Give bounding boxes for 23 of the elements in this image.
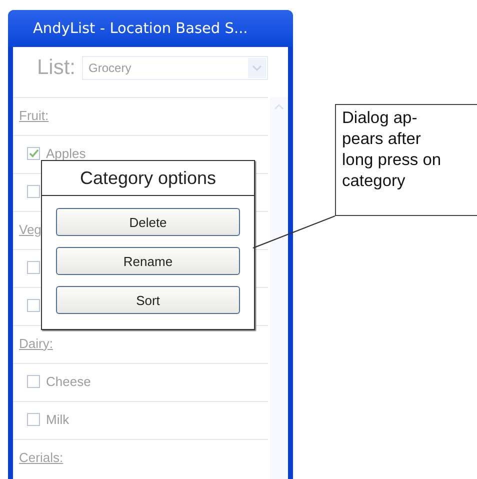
chevron-down-icon	[248, 58, 266, 78]
category-label[interactable]: Veg	[19, 222, 42, 236]
dialog-button[interactable]: Rename	[56, 247, 240, 275]
list-dropdown[interactable]: Grocery	[82, 56, 268, 80]
category-label[interactable]: Fruit:	[19, 108, 49, 122]
checkbox[interactable]	[27, 374, 40, 388]
item-label: Cheese	[46, 374, 91, 388]
annotation-note: Dialog ap- pears after long press on category	[335, 104, 477, 216]
checkbox[interactable]	[27, 184, 40, 198]
list-label: List:	[37, 56, 76, 80]
scrollbar[interactable]	[270, 97, 288, 479]
checkbox[interactable]	[27, 298, 40, 312]
category-label[interactable]: Cerials:	[19, 450, 64, 464]
dialog-button[interactable]: Delete	[56, 208, 240, 236]
item-label: Apples	[46, 146, 86, 160]
checkbox[interactable]	[27, 412, 40, 426]
checkbox[interactable]	[27, 146, 40, 160]
category-label[interactable]: Dairy:	[19, 336, 53, 350]
window-title: AndyList - Location Based S...	[8, 10, 293, 47]
checkbox[interactable]	[27, 260, 40, 274]
dialog-title: Category options	[42, 161, 254, 196]
item-label: Milk	[46, 412, 70, 426]
dialog-button[interactable]: Sort	[56, 286, 240, 314]
